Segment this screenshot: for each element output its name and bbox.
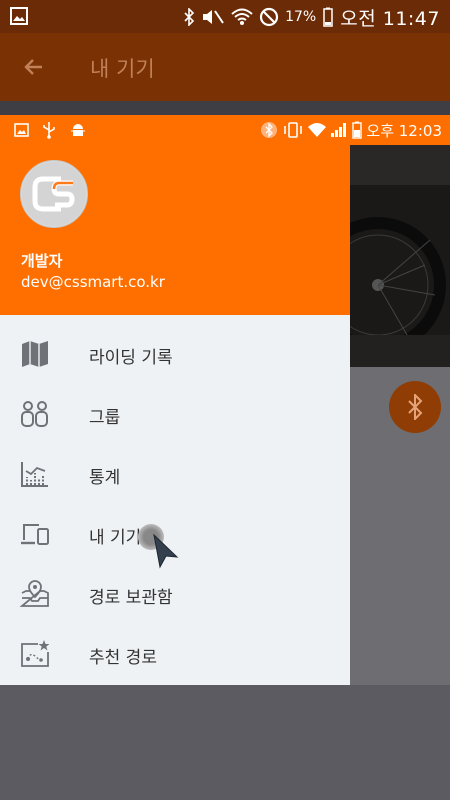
inner-clock: 오후 12:03	[366, 121, 442, 140]
back-arrow-icon[interactable]	[22, 55, 46, 79]
outer-clock: 오전 11:47	[340, 7, 440, 30]
inner-status-bar: 오후 12:03	[0, 115, 450, 145]
menu-item-riding-records[interactable]: 라이딩 기록	[0, 325, 350, 385]
menu-item-label: 내 기기	[89, 528, 142, 548]
map-icon	[22, 341, 48, 367]
group-icon	[21, 401, 48, 427]
menu-item-recommended-route[interactable]: 추천 경로	[0, 625, 350, 685]
wifi-icon	[231, 8, 253, 25]
outer-page-title: 내 기기	[90, 57, 155, 81]
bluetooth-fab-button[interactable]	[389, 381, 441, 433]
mouse-cursor-icon	[153, 533, 179, 569]
cs-logo-icon	[22, 162, 86, 226]
vibrate-icon	[284, 122, 303, 138]
gallery-icon	[10, 7, 28, 25]
android-debug-icon	[71, 124, 85, 136]
user-name: 개발자	[21, 252, 63, 270]
menu-item-label: 추천 경로	[89, 648, 157, 668]
divider	[0, 101, 450, 115]
bluetooth-icon	[184, 8, 195, 26]
bluetooth-active-icon	[261, 122, 278, 138]
signal-icon	[331, 123, 347, 137]
battery-icon	[352, 121, 363, 139]
wifi-icon	[308, 123, 327, 137]
dim-overlay[interactable]	[0, 685, 450, 800]
menu-item-group[interactable]: 그룹	[0, 385, 350, 445]
bike-photo	[350, 145, 450, 367]
menu-item-label: 그룹	[89, 408, 121, 428]
menu-item-label: 경로 보관함	[89, 588, 173, 608]
do-not-disturb-icon	[260, 7, 279, 27]
image-icon	[14, 123, 29, 137]
inner-status-right: 오후 12:03	[260, 118, 442, 142]
menu-item-route-archive[interactable]: 경로 보관함	[0, 565, 350, 625]
usb-icon	[43, 122, 55, 139]
battery-icon	[323, 7, 333, 27]
menu-item-statistics[interactable]: 통계	[0, 445, 350, 505]
outer-app-bar: 내 기기	[0, 33, 450, 101]
bike-wheel-icon	[350, 145, 450, 367]
outer-status-right: 17% 오전 11:47	[183, 4, 440, 30]
user-email: dev@cssmart.co.kr	[21, 273, 165, 291]
battery-percent: 17%	[285, 9, 317, 25]
route-archive-icon	[19, 580, 49, 607]
mute-icon	[203, 10, 224, 24]
menu-item-label: 라이딩 기록	[89, 348, 173, 368]
statistics-icon	[21, 462, 48, 487]
recommended-route-icon	[21, 640, 50, 667]
avatar[interactable]	[20, 160, 88, 228]
device-icon	[21, 524, 49, 545]
menu-item-label: 통계	[89, 468, 121, 488]
outer-status-bar: 17% 오전 11:47	[0, 0, 450, 33]
bluetooth-icon	[408, 394, 423, 420]
drawer-menu: 라이딩 기록 그룹 통계 내 기기 경로 보관함 추천 경로	[0, 315, 350, 685]
